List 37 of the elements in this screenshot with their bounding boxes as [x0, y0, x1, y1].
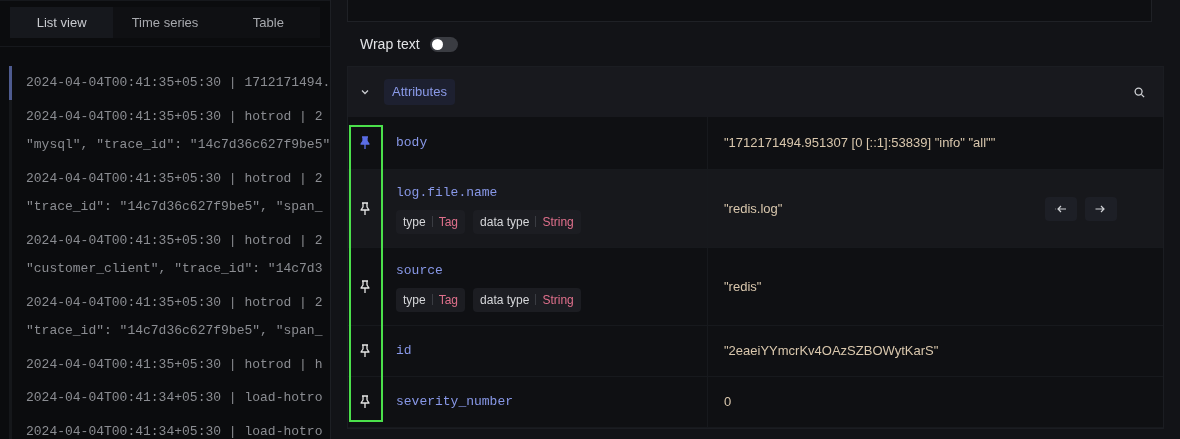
- log-line: "trace_id": "14c7d36c627f9be5", "span_: [26, 198, 324, 216]
- attribute-key: severity_number: [396, 392, 707, 412]
- arrow-left-icon: [1054, 203, 1068, 214]
- attribute-key: body: [396, 133, 707, 153]
- attribute-key: id: [396, 341, 707, 361]
- log-line: 2024-04-04T00:41:34+05:30 | load-hotro: [26, 389, 324, 407]
- search-icon[interactable]: [1134, 86, 1145, 98]
- attributes-badge: Attributes: [384, 79, 455, 105]
- log-line: 2024-04-04T00:41:35+05:30 | hotrod | 2: [26, 169, 324, 188]
- view-tab[interactable]: Time series: [113, 7, 217, 38]
- chevron-icon[interactable]: [360, 87, 370, 97]
- view-tab[interactable]: List view: [10, 7, 114, 38]
- attribute-key: source: [396, 261, 707, 281]
- log-line: 2024-04-04T00:41:35+05:30 | hotrod | h: [26, 355, 324, 374]
- log-line: 2024-04-04T00:41:35+05:30 | hotrod | 2: [26, 107, 324, 126]
- move-left-button[interactable]: [1045, 196, 1077, 221]
- attribute-value: "1712171494.951307 [0 [::1]:53839] "info" "all"": [724, 134, 996, 153]
- log-line: 2024-04-04T00:41:35+05:30 | hotrod | 2: [26, 231, 324, 250]
- attribute-key: log.file.name: [396, 183, 707, 203]
- attribute-tag: type Tag: [396, 209, 466, 234]
- attribute-tag: type Tag: [396, 287, 466, 312]
- attribute-tag: data type String: [473, 287, 581, 312]
- attribute-value: "redis": [724, 277, 762, 296]
- attribute-value: "2eaeiYYmcrKv4OAzSZBOWytKarS": [724, 342, 939, 361]
- log-line: 2024-04-04T00:41:35+05:30 | hotrod | 2: [26, 293, 324, 312]
- log-line: 2024-04-04T00:41:35+05:30 | 1712171494.: [26, 74, 330, 92]
- view-tab[interactable]: Table: [216, 7, 320, 38]
- log-line: 2024-04-04T00:41:34+05:30 | load-hotro: [26, 422, 324, 439]
- wrap-text-label: Wrap text: [360, 34, 420, 54]
- wrap-text-toggle[interactable]: [429, 36, 458, 52]
- attribute-value: "redis.log": [724, 199, 783, 218]
- log-line: "mysql", "trace_id": "14c7d36c627f9be5": [26, 136, 330, 154]
- move-right-button[interactable]: [1085, 196, 1117, 221]
- attribute-value: 0: [724, 393, 732, 412]
- log-line: "trace_id": "14c7d36c627f9be5", "span_: [26, 322, 324, 340]
- attribute-tag: data type String: [473, 209, 581, 234]
- log-line: "customer_client", "trace_id": "14c7d3: [26, 260, 324, 278]
